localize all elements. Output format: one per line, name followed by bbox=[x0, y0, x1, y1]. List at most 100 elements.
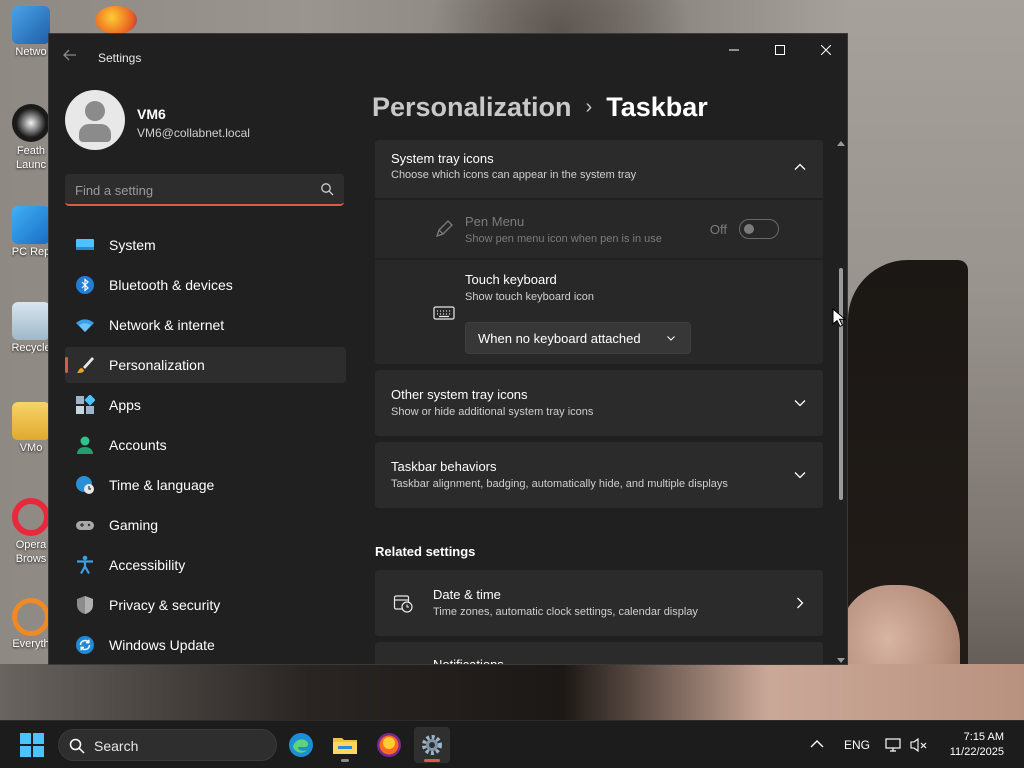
sidebar-item-time-language[interactable]: Time & language bbox=[65, 467, 346, 503]
pen-menu-toggle-group: Off bbox=[710, 219, 779, 239]
shield-icon bbox=[77, 596, 93, 614]
date-time-link[interactable]: Date & time Time zones, automatic clock … bbox=[375, 570, 823, 636]
minimize-button[interactable] bbox=[711, 34, 757, 66]
recycle-bin-icon bbox=[12, 302, 50, 340]
folder-icon bbox=[333, 738, 357, 754]
touch-keyboard-dropdown[interactable]: When no keyboard attached bbox=[465, 322, 691, 354]
keyboard-icon bbox=[433, 306, 455, 320]
pc-repair-icon bbox=[12, 206, 50, 244]
chevron-up-icon[interactable] bbox=[793, 160, 807, 174]
chevron-up-icon[interactable] bbox=[810, 739, 824, 749]
sidebar-item-accounts[interactable]: Accounts bbox=[65, 427, 346, 463]
other-tray-title: Other system tray icons bbox=[391, 387, 528, 402]
taskbar-behaviors-card[interactable]: Taskbar behaviors Taskbar alignment, bad… bbox=[375, 442, 823, 508]
close-button[interactable] bbox=[803, 34, 847, 66]
feather-launcher-icon bbox=[12, 104, 50, 142]
sidebar-item-bluetooth[interactable]: Bluetooth & devices bbox=[65, 267, 346, 303]
network-monitor-icon[interactable] bbox=[885, 737, 901, 753]
gamepad-icon bbox=[76, 521, 94, 530]
taskbar-clock[interactable]: 7:15 AM 11/22/2025 bbox=[950, 730, 1004, 760]
pen-icon bbox=[435, 220, 453, 238]
brush-icon bbox=[77, 357, 94, 373]
window-title: Settings bbox=[98, 51, 142, 65]
sidebar-nav: System Bluetooth & devices Network & int… bbox=[65, 227, 346, 664]
breadcrumb-parent[interactable]: Personalization bbox=[372, 92, 572, 122]
title-bar[interactable]: Settings bbox=[49, 34, 847, 82]
sidebar-item-windows-update[interactable]: Windows Update bbox=[65, 627, 346, 663]
sidebar-item-label: Personalization bbox=[109, 357, 205, 373]
sidebar-item-system[interactable]: System bbox=[65, 227, 346, 263]
clock-date: 11/22/2025 bbox=[949, 746, 1004, 758]
minimize-icon bbox=[729, 49, 739, 51]
taskbar: Search ENG 7:15 AM 11/22/2025 bbox=[0, 720, 1024, 768]
taskbar-app-edge[interactable] bbox=[283, 727, 319, 763]
sidebar-item-apps[interactable]: Apps bbox=[65, 387, 346, 423]
volume-muted-icon[interactable] bbox=[910, 737, 928, 753]
profile-name: VM6 bbox=[137, 106, 166, 122]
firefox-icon bbox=[377, 733, 401, 757]
taskbar-search[interactable]: Search bbox=[58, 729, 277, 761]
pen-menu-title: Pen Menu bbox=[465, 214, 525, 229]
dropdown-value: When no keyboard attached bbox=[478, 331, 641, 346]
profile-email: VM6@collabnet.local bbox=[137, 126, 250, 140]
scroll-up-arrow-icon[interactable] bbox=[837, 140, 845, 148]
sidebar-item-label: Apps bbox=[109, 397, 141, 413]
pen-menu-toggle[interactable] bbox=[739, 219, 779, 239]
taskbar-app-settings[interactable] bbox=[414, 727, 450, 763]
sidebar-item-label: Privacy & security bbox=[109, 597, 221, 613]
search-icon bbox=[321, 183, 334, 196]
mouse-cursor-icon bbox=[832, 308, 846, 328]
sidebar-item-privacy-security[interactable]: Privacy & security bbox=[65, 587, 346, 623]
search-icon bbox=[69, 738, 85, 754]
back-arrow-icon[interactable] bbox=[63, 48, 83, 68]
breadcrumb-separator: › bbox=[585, 96, 593, 118]
other-tray-icons-card[interactable]: Other system tray icons Show or hide add… bbox=[375, 370, 823, 436]
pen-menu-subtitle: Show pen menu icon when pen is in use bbox=[465, 233, 662, 245]
taskbar-app-file-explorer[interactable] bbox=[327, 727, 363, 763]
system-tray-icons-header[interactable]: System tray icons Choose which icons can… bbox=[375, 140, 823, 198]
toggle-state-label: Off bbox=[709, 221, 727, 237]
settings-gear-icon bbox=[422, 735, 442, 755]
touch-keyboard-subtitle: Show touch keyboard icon bbox=[465, 291, 595, 303]
monitor-icon bbox=[76, 239, 94, 250]
sidebar-item-accessibility[interactable]: Accessibility bbox=[65, 547, 346, 583]
taskbar-app-firefox[interactable] bbox=[371, 727, 407, 763]
bell-icon bbox=[393, 662, 413, 665]
running-indicator bbox=[424, 759, 440, 762]
windows-start-icon[interactable] bbox=[20, 733, 44, 757]
search-input[interactable] bbox=[75, 181, 305, 199]
content-scrollbar[interactable] bbox=[837, 140, 845, 664]
scroll-down-arrow-icon[interactable] bbox=[837, 656, 845, 664]
taskbar-search-label: Search bbox=[94, 738, 139, 754]
sidebar-item-label: System bbox=[109, 237, 156, 253]
firefox-icon[interactable] bbox=[95, 6, 137, 34]
taskbar-settings-content: System tray icons Choose which icons can… bbox=[375, 140, 823, 665]
sidebar-item-label: Time & language bbox=[109, 477, 215, 493]
clock-calendar-icon bbox=[393, 595, 413, 613]
chevron-down-icon bbox=[794, 400, 806, 407]
notifications-link[interactable]: Notifications bbox=[375, 642, 823, 665]
sidebar-item-personalization[interactable]: Personalization bbox=[65, 347, 346, 383]
chevron-down-icon bbox=[667, 336, 675, 341]
running-indicator bbox=[341, 759, 349, 762]
date-time-title: Date & time bbox=[433, 587, 501, 602]
taskbar-behaviors-title: Taskbar behaviors bbox=[391, 459, 497, 474]
maximize-icon bbox=[775, 45, 785, 55]
maximize-button[interactable] bbox=[757, 34, 803, 66]
sidebar-item-gaming[interactable]: Gaming bbox=[65, 507, 346, 543]
system-tray-subtitle: Choose which icons can appear in the sys… bbox=[391, 169, 637, 181]
language-indicator[interactable]: ENG bbox=[844, 738, 870, 752]
avatar bbox=[65, 90, 125, 150]
close-icon bbox=[821, 45, 831, 55]
touch-keyboard-row: Touch keyboard Show touch keyboard icon … bbox=[375, 260, 823, 364]
scrollbar-thumb[interactable] bbox=[839, 268, 843, 500]
chevron-right-icon bbox=[797, 597, 804, 609]
sidebar-item-label: Bluetooth & devices bbox=[109, 277, 233, 293]
person-icon bbox=[77, 436, 93, 454]
globe-clock-icon bbox=[76, 476, 94, 494]
opera-browser-icon bbox=[12, 498, 50, 536]
sidebar-item-network[interactable]: Network & internet bbox=[65, 307, 346, 343]
touch-keyboard-title: Touch keyboard bbox=[465, 272, 557, 287]
network-icon bbox=[12, 6, 50, 44]
find-setting-search[interactable] bbox=[65, 174, 344, 206]
